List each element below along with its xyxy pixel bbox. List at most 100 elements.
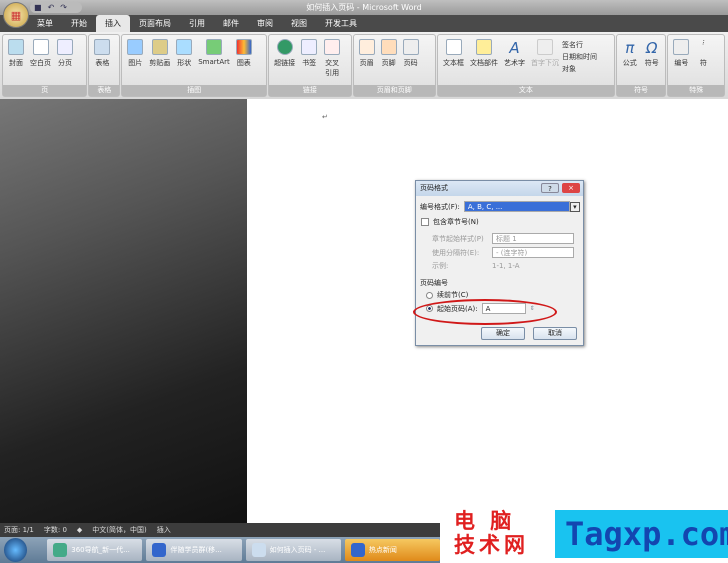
signature-line-button[interactable]: 签名行 [562,40,597,50]
tab-review[interactable]: 审阅 [248,15,282,32]
tab-references[interactable]: 引用 [180,15,214,32]
group-links: 超链接 书签 交叉引用 链接 [268,34,352,97]
cross-reference-icon [324,39,341,55]
separator-select: - (连字符) [492,247,574,258]
label: 如何插入页码 - ... [269,546,326,554]
include-chapter-checkbox[interactable] [421,218,429,226]
table-icon [94,39,111,55]
page-count[interactable]: 页面: 1/1 [4,525,34,535]
shapes-icon [176,39,193,55]
redo-icon[interactable]: ↷ [60,3,67,12]
language[interactable]: 中文(简体，中国) [92,525,146,535]
omega-icon: Ω [646,39,658,57]
start-button[interactable] [4,538,28,562]
tab-home[interactable]: 开始 [62,15,96,32]
taskbar: 360导航_新一代... 伴随学员群(移... 如何插入页码 - ... 热点新… [0,537,441,563]
news-icon [350,543,365,557]
label: 书签 [302,59,317,67]
tab-menu[interactable]: 菜单 [28,15,62,32]
date-time-button[interactable]: 日期和时间 [562,52,597,62]
example-label: 示例: [432,262,449,270]
watermark: 电 脑技术网 Tagxp.com [440,507,728,563]
group-label: 插图 [122,85,267,96]
label: 剪贴画 [149,59,171,67]
header-icon [358,39,375,55]
group-label: 页 [3,85,87,96]
clipart-icon [151,39,168,55]
ribbon-tabs: 菜单 开始 插入 页面布局 引用 邮件 审阅 视图 开发工具 [0,15,728,32]
number-format-value: A, B, C, ... [467,202,503,211]
browser-icon [53,543,68,557]
taskbar-item-news[interactable]: 热点新闻 [344,539,441,561]
group-label: 符号 [616,85,666,96]
label: 符 [699,59,707,67]
insert-mode[interactable]: 插入 [157,525,171,535]
label: 超链接 [274,59,296,67]
highlight-ellipse [413,299,557,325]
label: 符号 [644,59,659,67]
tab-page-layout[interactable]: 页面布局 [130,15,180,32]
label: 空白页 [30,59,51,67]
quick-access-toolbar: ■ ↶ ↷ [30,2,82,13]
group-tables: 表格 表格 [88,34,121,97]
save-icon[interactable]: ■ [34,3,42,12]
globe-icon [276,39,293,55]
status-bar: 页面: 1/1 字数: 0 ◆ 中文(简体，中国) 插入 [0,523,440,537]
numbering-section-label: 页码编号 [420,279,448,287]
label: 图片 [128,59,143,67]
group-label: 页眉和页脚 [353,85,436,96]
wordart-icon: A [509,39,520,57]
label: 编号 [674,59,689,67]
picture-icon [127,39,144,55]
group-label: 表格 [89,85,120,96]
tab-view[interactable]: 视图 [282,15,316,32]
page-break-icon [57,39,73,55]
tab-insert[interactable]: 插入 [96,15,130,32]
continue-radio[interactable] [426,291,433,299]
group-text: 文本框 文档部件 A 艺术字 首字下沉 签名行 日期和时间 对象 文本 [437,34,615,97]
quick-parts-icon [476,39,493,55]
taskbar-item-chat[interactable]: 伴随学员群(移... [146,539,242,561]
label: 360导航_新一代... [71,546,130,554]
numbering-icon [673,39,690,55]
watermark-brand: Tagxp.com [555,510,728,558]
chapter-style-select: 标题 1 [492,233,574,244]
chevron-down-icon[interactable]: ▾ [569,201,580,212]
smartart-icon [206,39,223,55]
word-count[interactable]: 字数: 0 [44,525,67,535]
label: 交叉引用 [325,59,340,77]
tab-developer[interactable]: 开发工具 [316,15,366,32]
label: 文本框 [443,59,465,67]
chat-icon [152,543,167,557]
label: 首字下沉 [531,59,560,67]
group-illustrations: 图片 剪贴画 形状 SmartArt 图表 插图 [121,34,268,97]
group-label: 链接 [269,85,351,96]
close-button[interactable]: × [562,183,580,193]
title-bar: 如何插入页码 - Microsoft Word [0,0,728,15]
tab-mailings[interactable]: 邮件 [214,15,248,32]
watermark-line1: 电 脑 [454,509,516,533]
ok-button[interactable]: 确定 [481,327,525,340]
undo-icon[interactable]: ↶ [48,3,55,12]
object-button[interactable]: 对象 [562,64,597,74]
group-symbols: π 公式 Ω 符号 符号 [615,34,667,97]
proofing-icon[interactable]: ◆ [77,526,82,534]
group-label: 特殊 [668,85,725,96]
dots-icon: ⁝ [702,39,705,47]
textbox-icon [445,39,462,55]
label: 封面 [9,59,23,67]
cancel-button[interactable]: 取消 [533,327,577,340]
label: 分页 [58,59,72,67]
label: 页脚 [381,59,396,67]
label: 图表 [236,59,251,67]
taskbar-item-word[interactable]: 如何插入页码 - ... [245,539,341,561]
label: 表格 [95,59,110,67]
pi-icon: π [625,39,635,57]
paragraph-mark-icon: ↵ [322,113,328,121]
office-button[interactable]: ▦ [3,2,29,28]
taskbar-item-360[interactable]: 360导航_新一代... [47,539,143,561]
number-format-select[interactable]: A, B, C, ... [463,201,570,212]
help-button[interactable]: ? [541,183,559,193]
label: 公式 [622,59,637,67]
label: 文档部件 [470,59,499,67]
